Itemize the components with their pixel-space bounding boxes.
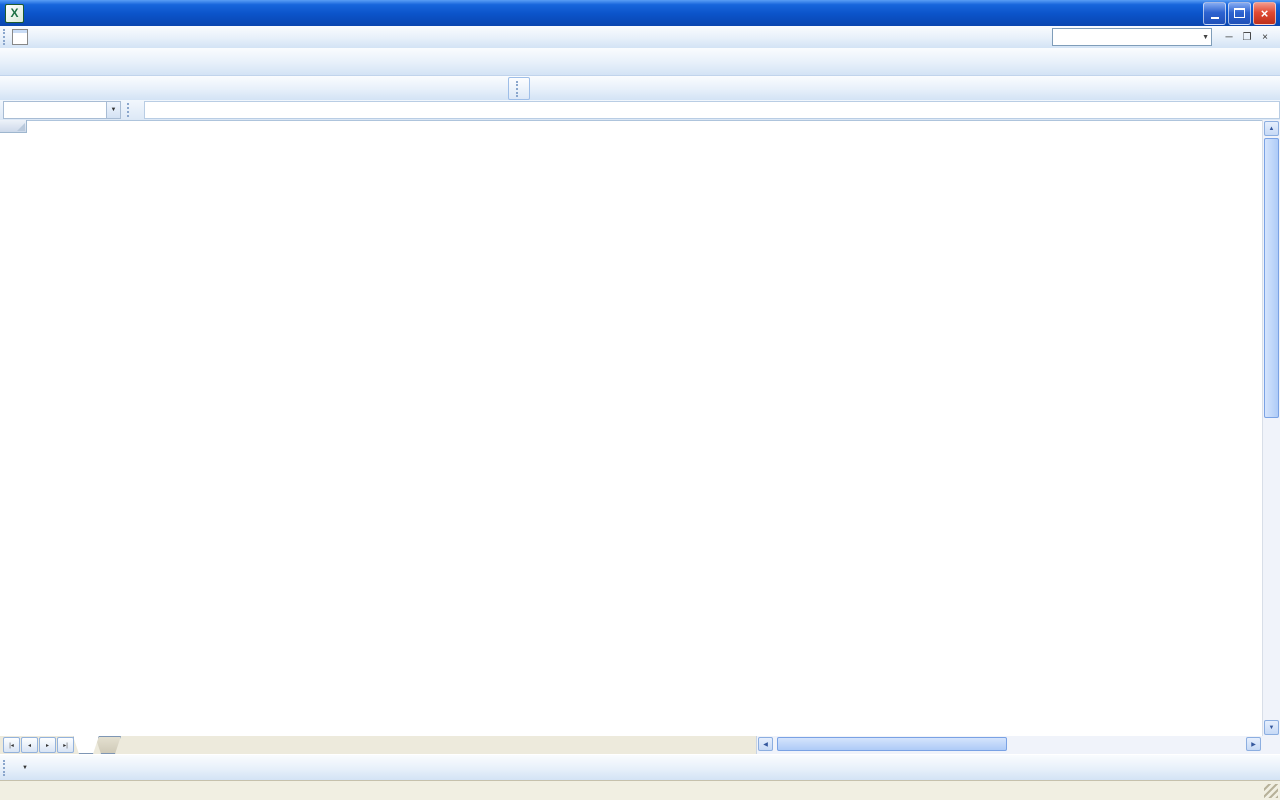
previous-sheet-icon[interactable]: ◂ [21,737,38,753]
tab-bill-payment-and-holidays[interactable] [95,736,121,754]
select-all-corner[interactable] [0,120,27,133]
toolbar-grip [3,29,8,45]
name-box-dropdown-icon[interactable]: ▼ [107,101,121,119]
excel-app-icon: X [5,3,24,23]
scroll-up-icon[interactable]: ▲ [1264,121,1279,136]
question-box[interactable]: ▼ [1052,28,1212,46]
vertical-scrollbar[interactable]: ▲ ▼ [1262,120,1280,736]
last-sheet-icon[interactable]: ▸| [57,737,74,753]
formula-input[interactable] [144,101,1280,119]
forms-toolbar [508,77,530,100]
drawing-toolbar: ▼ [0,754,1280,780]
scrollbar-corner [1262,736,1280,754]
excel-window: X × ▼ ─ ❐ × ▼ ▲ ▼ |◂ ◂ ▸ ▸| ◀ ▶ ▼ [0,0,1280,800]
sheet-cells[interactable] [27,133,1262,736]
workbook-minimize-icon[interactable]: ─ [1222,32,1236,43]
draw-menu-button[interactable]: ▼ [12,758,34,778]
name-box[interactable] [3,101,107,119]
toolbar-row-2 [0,76,1280,101]
sheet-tab-bar: |◂ ◂ ▸ ▸| ◀ ▶ [0,736,1280,754]
formula-bar-grip [127,103,132,117]
menubar: ▼ ─ ❐ × [0,26,1280,49]
horizontal-scrollbar[interactable]: ◀ ▶ [756,736,1262,754]
resize-grip[interactable] [1264,783,1278,798]
status-bar [0,780,1280,800]
scroll-left-icon[interactable]: ◀ [758,737,773,751]
worksheet-menu-icon [12,29,28,45]
scroll-down-icon[interactable]: ▼ [1264,720,1279,735]
standard-formatting-toolbar [0,48,1280,76]
column-headers [27,120,1262,133]
workbook-close-icon[interactable]: × [1258,32,1272,43]
formula-bar: ▼ [0,100,1280,121]
horizontal-scroll-thumb[interactable] [777,737,1007,751]
row-headers [0,133,27,736]
minimize-button[interactable] [1203,1,1226,25]
restore-button[interactable] [1228,1,1251,25]
first-sheet-icon[interactable]: |◂ [3,737,20,753]
toolbar-grip [516,80,521,97]
chevron-down-icon: ▼ [1202,33,1209,41]
vertical-scroll-thumb[interactable] [1264,138,1279,418]
toolbar-grip [3,759,8,776]
titlebar: X × [0,0,1280,26]
next-sheet-icon[interactable]: ▸ [39,737,56,753]
workbook-restore-icon[interactable]: ❐ [1240,32,1254,43]
scroll-right-icon[interactable]: ▶ [1246,737,1261,751]
close-button[interactable]: × [1253,1,1276,25]
